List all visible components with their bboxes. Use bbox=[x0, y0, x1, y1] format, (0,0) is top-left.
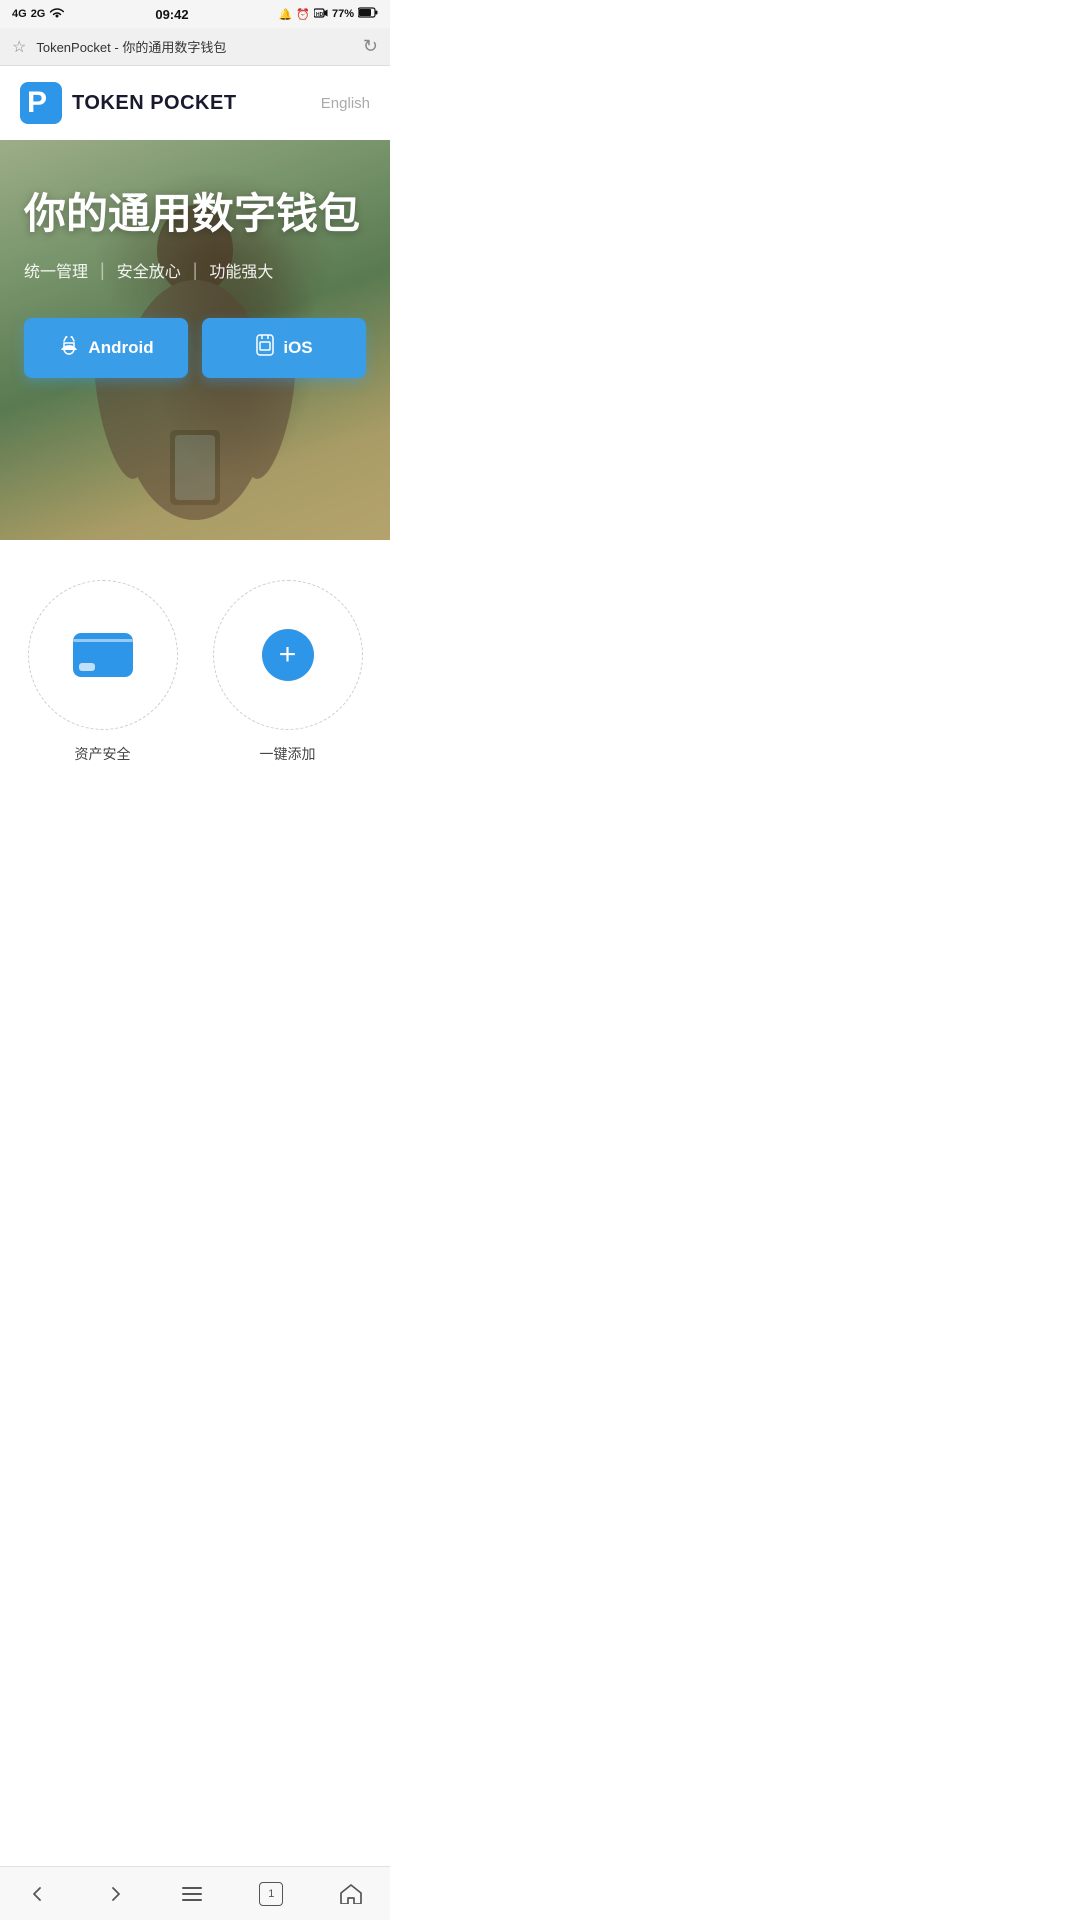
site-header: P TOKEN POCKET English bbox=[0, 66, 390, 140]
menu-button[interactable] bbox=[171, 1875, 213, 1913]
home-button[interactable] bbox=[330, 1874, 372, 1914]
status-time: 09:42 bbox=[155, 7, 188, 22]
hero-sub-1: 统一管理 bbox=[24, 258, 88, 282]
hero-title: 你的通用数字钱包 bbox=[24, 190, 366, 238]
svg-text:P: P bbox=[27, 86, 47, 119]
status-bar: 4G 2G 09:42 🔔 ⏰ HD 77% bbox=[0, 0, 390, 28]
features-grid: 资产安全 + 一键添加 bbox=[20, 580, 370, 764]
hero-content: 你的通用数字钱包 统一管理 | 安全放心 | 功能强大 Android iOS bbox=[0, 140, 390, 408]
svg-text:HD: HD bbox=[316, 12, 324, 18]
android-btn-label: Android bbox=[88, 338, 153, 358]
ios-download-button[interactable]: iOS bbox=[202, 318, 366, 378]
features-section: 资产安全 + 一键添加 bbox=[0, 540, 390, 784]
feature-circle-wallet bbox=[28, 580, 178, 730]
forward-button[interactable] bbox=[95, 1874, 135, 1914]
plus-icon: + bbox=[262, 629, 314, 681]
feature-circle-add: + bbox=[213, 580, 363, 730]
back-button[interactable] bbox=[18, 1874, 58, 1914]
signal-4g: 4G bbox=[12, 8, 27, 20]
battery-label: 77% bbox=[332, 8, 354, 20]
bell-icon: 🔔 bbox=[279, 8, 293, 21]
logo-icon: P bbox=[20, 82, 62, 124]
hero-section: 你的通用数字钱包 统一管理 | 安全放心 | 功能强大 Android iOS bbox=[0, 140, 390, 540]
hero-buttons: Android iOS bbox=[24, 318, 366, 378]
refresh-icon[interactable]: ↻ bbox=[363, 36, 378, 57]
browser-bar: ☆ TokenPocket - 你的通用数字钱包 ↻ bbox=[0, 28, 390, 66]
language-button[interactable]: English bbox=[321, 95, 370, 112]
hero-divider-1: | bbox=[100, 260, 105, 281]
battery-icon bbox=[358, 7, 378, 21]
android-icon bbox=[58, 334, 80, 362]
wifi-icon bbox=[49, 7, 65, 22]
wallet-icon bbox=[73, 633, 133, 677]
tab-switcher-button[interactable]: 1 bbox=[249, 1872, 293, 1916]
feature-label-wallet: 资产安全 bbox=[75, 744, 131, 764]
bookmark-icon[interactable]: ☆ bbox=[12, 37, 26, 57]
clock-icon: ⏰ bbox=[296, 8, 310, 21]
feature-label-add: 一键添加 bbox=[260, 744, 316, 764]
status-right: 🔔 ⏰ HD 77% bbox=[279, 7, 378, 22]
feature-card-add: + 一键添加 bbox=[205, 580, 370, 764]
feature-card-wallet: 资产安全 bbox=[20, 580, 185, 764]
hero-sub-2: 安全放心 bbox=[117, 258, 181, 282]
ios-btn-label: iOS bbox=[283, 338, 312, 358]
hd-call-icon: HD bbox=[314, 7, 328, 22]
hero-sub-3: 功能强大 bbox=[209, 258, 273, 282]
bottom-nav: 1 bbox=[0, 1866, 390, 1920]
tab-count-badge: 1 bbox=[259, 1882, 283, 1906]
logo-area: P TOKEN POCKET bbox=[20, 82, 237, 124]
signal-2g: 2G bbox=[31, 8, 46, 20]
status-left: 4G 2G bbox=[12, 7, 65, 22]
hero-subtitle: 统一管理 | 安全放心 | 功能强大 bbox=[24, 258, 366, 282]
ios-icon bbox=[255, 334, 275, 362]
logo-text: TOKEN POCKET bbox=[72, 92, 237, 115]
url-text[interactable]: TokenPocket - 你的通用数字钱包 bbox=[36, 37, 353, 56]
hero-divider-2: | bbox=[193, 260, 198, 281]
android-download-button[interactable]: Android bbox=[24, 318, 188, 378]
